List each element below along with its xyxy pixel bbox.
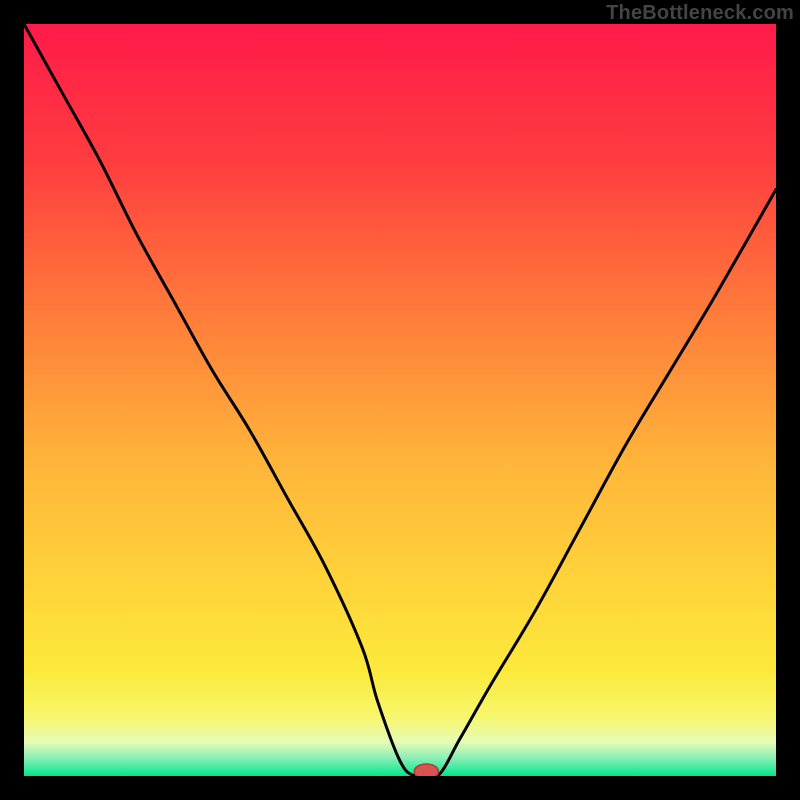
plot-area xyxy=(24,24,776,776)
minimum-marker-icon xyxy=(414,764,438,776)
gradient-rect xyxy=(24,24,776,776)
watermark-text: TheBottleneck.com xyxy=(606,2,794,25)
chart-svg xyxy=(24,24,776,776)
chart-stage: TheBottleneck.com xyxy=(0,0,800,800)
